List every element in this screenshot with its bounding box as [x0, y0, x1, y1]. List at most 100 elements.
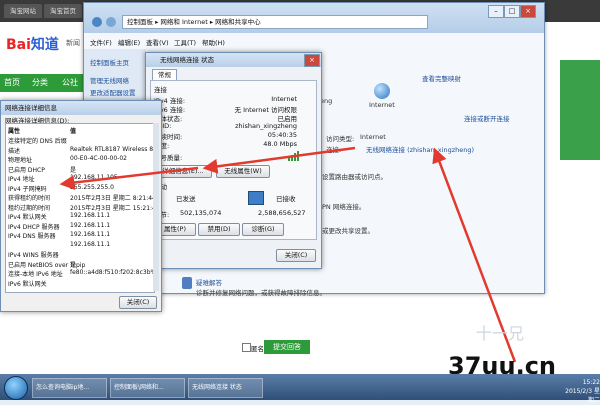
details-row-property: IPv4 DNS 服务器	[8, 233, 56, 240]
received-label: 已接收	[276, 195, 296, 203]
details-row-value: 是	[70, 261, 77, 269]
sidebar-item-adapter-settings[interactable]: 更改适配器设置	[90, 87, 136, 97]
nav-category[interactable]: 分类	[32, 77, 48, 88]
diagnose-button[interactable]: 诊断(G)	[242, 223, 284, 236]
status-row-value: zhishan_xingzheng	[235, 122, 297, 130]
browser-tab[interactable]: 淘宝首页	[44, 4, 82, 18]
browser-tab[interactable]: 淘宝网站	[4, 4, 42, 18]
nav-home[interactable]: 首页	[4, 77, 20, 88]
forward-arrow-icon[interactable]	[106, 17, 116, 27]
details-row-property: 连接-本地 IPv6 地址	[8, 271, 63, 278]
menu-help[interactable]: 帮助(H)	[202, 37, 225, 47]
status-close-icon[interactable]: ×	[304, 54, 320, 67]
baidu-zhidao-logo[interactable]: Bai知道	[6, 34, 59, 54]
address-bar[interactable]: 控制面板 ▸ 网络和 Internet ▸ 网络和共享中心	[122, 15, 428, 29]
logo-blue-text: 知道	[30, 37, 59, 53]
back-arrow-icon[interactable]	[92, 17, 102, 27]
sent-label: 已发送	[176, 195, 196, 203]
details-row-value: 192.168.11.1	[70, 231, 111, 238]
details-row-property: 描述	[8, 147, 21, 155]
taskbar-item-browser[interactable]: 怎么查询电脑ip地...	[32, 378, 107, 398]
details-row-value: 是	[70, 166, 77, 174]
menu-edit[interactable]: 编辑(E)	[118, 37, 140, 47]
details-row-value: 192.168.11.105	[70, 174, 118, 181]
details-row-value: fe80::a4d8:f510:f202:8c3b%12	[70, 269, 155, 276]
details-row-value: 2015年2月3日 星期二 15:21:44	[70, 204, 155, 212]
details-dialog-title: 网络连接详细信息	[5, 104, 57, 112]
faint-watermark: 十一兄	[476, 324, 525, 343]
status-close-button[interactable]: 关闭(C)	[276, 249, 316, 262]
details-row-property: 物理地址	[8, 157, 33, 164]
details-row-property: IPv6 默认网关	[8, 280, 47, 288]
column-header-value[interactable]: 值	[70, 126, 76, 135]
troubleshoot-link[interactable]: 疑难解答	[196, 277, 222, 287]
column-header-property[interactable]: 属性	[8, 126, 20, 135]
sidebar-item-manage-wireless[interactable]: 管理无线网络	[90, 75, 129, 85]
signal-bar	[294, 153, 296, 161]
disable-button[interactable]: 禁用(D)	[198, 223, 240, 236]
anonymous-checkbox[interactable]	[242, 343, 251, 352]
menu-tools[interactable]: 工具(T)	[174, 37, 196, 47]
connection-section-label: 连接	[154, 86, 167, 94]
page-side-banner	[560, 60, 600, 160]
internet-globe-icon	[374, 83, 390, 99]
minimize-button[interactable]: –	[488, 5, 504, 18]
bytes-sent-value: 502,135,074	[180, 209, 222, 217]
vpn-text: PN 网络连接。	[322, 203, 366, 211]
submit-answer-button[interactable]: 提交回答	[264, 340, 310, 354]
status-row-value: 05:40:35	[267, 131, 297, 139]
system-clock[interactable]: 15:22 2015/2/3 星期二	[560, 378, 600, 405]
troubleshoot-icon	[182, 277, 192, 289]
details-row-property: IPv4 默认网关	[8, 214, 47, 221]
signal-bar	[291, 155, 293, 161]
anonymous-label: 匿名	[251, 345, 264, 353]
menu-view[interactable]: 查看(V)	[146, 37, 169, 47]
status-dialog-titlebar: 无线网络连接 状态 ×	[146, 53, 321, 67]
nav-community[interactable]: 公社	[62, 77, 78, 88]
connection-label: 连接:	[326, 146, 342, 154]
taskbar-item-control-panel[interactable]: 控制面板\网络和...	[110, 378, 185, 398]
network-activity-icon	[248, 191, 264, 205]
status-row-value: Internet	[271, 95, 297, 103]
signal-bar	[297, 151, 299, 161]
news-link[interactable]: 新闻	[66, 38, 80, 48]
maximize-button[interactable]: □	[504, 5, 520, 18]
connect-disconnect-link[interactable]: 连接或断开连接	[464, 113, 510, 123]
status-row-value: 48.0 Mbps	[263, 140, 297, 148]
sharing-text: 或更改共享设置。	[322, 227, 374, 235]
bytes-received-value: 2,588,656,527	[258, 209, 306, 217]
internet-label: Internet	[369, 101, 395, 109]
details-row-value: 192.168.11.1	[70, 240, 111, 248]
site-nav-bar: 首页 分类 公社	[0, 74, 90, 92]
view-full-map-link[interactable]: 查看完整映射	[422, 73, 461, 83]
access-type-label: 访问类型:	[326, 135, 355, 143]
details-row-value: 255.255.255.0	[70, 183, 114, 191]
logo-red-text: Bai	[6, 37, 31, 53]
details-dialog-titlebar: 网络连接详细信息	[1, 101, 161, 115]
details-close-button[interactable]: 关闭(C)	[119, 296, 157, 309]
menu-bar: 文件(F) 编辑(E) 查看(V) 工具(T) 帮助(H)	[84, 36, 544, 48]
details-list[interactable]: 属性 值 连接特定的 DNS 后缀 描述 Realtek RTL8187 Wirel…	[5, 123, 155, 293]
details-scrollbar[interactable]	[153, 123, 159, 291]
details-row-property: 已启用 DHCP	[8, 166, 45, 174]
details-row-value: 192.168.11.1	[70, 212, 111, 219]
wireless-status-dialog: 无线网络连接 状态 × 常规 连接 IPv4 连接: Internet IPv6…	[145, 52, 322, 269]
wireless-properties-button[interactable]: 无线属性(W)	[216, 165, 270, 178]
wireless-connection-link[interactable]: 无线网络连接 (zhishan_xingzheng)	[366, 144, 474, 154]
router-setup-text: 设置路由器或访问点。	[322, 173, 387, 181]
troubleshoot-description: 诊断并修复网络问题，或获得故障排除信息。	[196, 289, 326, 297]
close-window-button[interactable]: ×	[520, 5, 536, 18]
details-row-value: 2015年2月3日 星期二 8:21:44	[70, 195, 155, 202]
menu-file[interactable]: 文件(F)	[90, 37, 112, 47]
details-row-property: 连接特定的 DNS 后缀	[8, 138, 67, 145]
details-row-property: 获得租约的时间	[8, 195, 51, 202]
taskbar-item-wireless-status[interactable]: 无线网络连接 状态	[188, 378, 263, 398]
start-button-icon[interactable]	[4, 376, 28, 400]
details-button[interactable]: 详细信息(E)...	[154, 165, 212, 178]
details-row-property: 租约过期的时间	[8, 204, 51, 212]
sidebar-item-control-panel-home[interactable]: 控制面板主页	[90, 57, 129, 67]
details-row-value: 00-E0-4C-00-00-02	[70, 155, 127, 162]
access-type-value: Internet	[360, 133, 386, 141]
details-row-property: IPv4 子网掩码	[8, 185, 47, 193]
clock-date: 2015/2/3 星期二	[565, 388, 600, 404]
